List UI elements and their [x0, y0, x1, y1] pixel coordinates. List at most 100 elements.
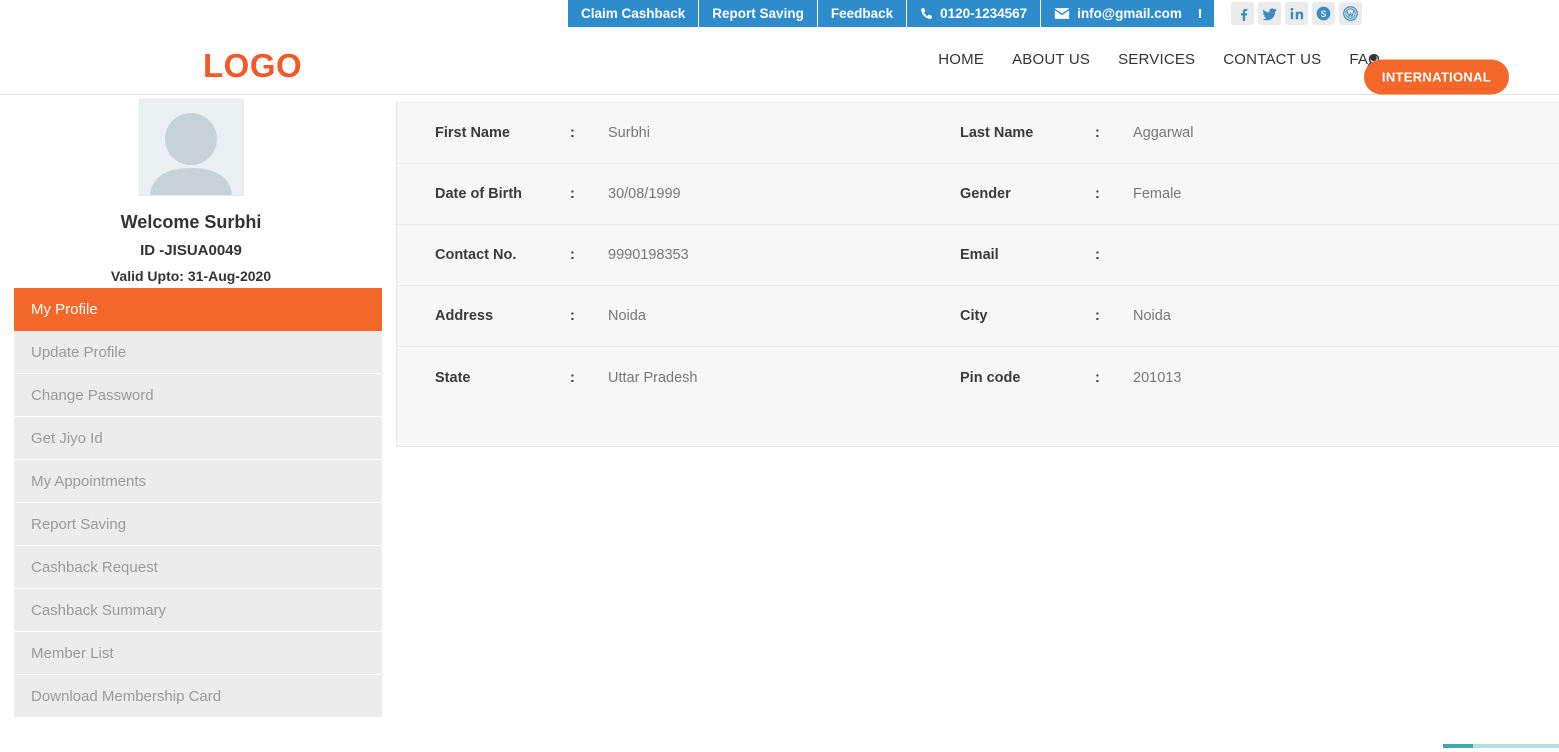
- field-colon: :: [570, 370, 608, 386]
- sidebar-item-download-membership-card[interactable]: Download Membership Card: [14, 675, 382, 718]
- wordpress-icon[interactable]: [1339, 2, 1362, 25]
- profile-detail-row: State:Uttar PradeshPin code:201013: [397, 347, 1559, 408]
- twitter-icon[interactable]: [1258, 2, 1281, 25]
- profile-field-contact-no: Contact No.:9990198353: [397, 247, 960, 263]
- field-value: Noida: [1133, 308, 1171, 324]
- facebook-icon[interactable]: [1231, 2, 1254, 25]
- sidebar-item-get-jiyo-id[interactable]: Get Jiyo Id: [14, 417, 382, 460]
- nav-link-about-us[interactable]: ABOUT US: [998, 51, 1104, 68]
- topbar-item-info-gmail-com[interactable]: info@gmail.com: [1041, 0, 1214, 27]
- sidebar-item-cashback-summary[interactable]: Cashback Summary: [14, 589, 382, 632]
- field-colon: :: [1095, 308, 1133, 324]
- field-value: 30/08/1999: [608, 186, 681, 202]
- field-label: Email: [960, 247, 1095, 263]
- sidebar-item-label: My Profile: [31, 301, 98, 318]
- international-button[interactable]: INTERNATIONAL: [1364, 60, 1509, 95]
- field-label: Last Name: [960, 125, 1095, 141]
- field-label: City: [960, 308, 1095, 324]
- sidebar-item-report-saving[interactable]: Report Saving: [14, 503, 382, 546]
- field-value: Surbhi: [608, 125, 650, 141]
- sidebar-item-my-profile[interactable]: My Profile: [14, 288, 382, 331]
- profile-field-date-of-birth: Date of Birth:30/08/1999: [397, 186, 960, 202]
- field-label: Gender: [960, 186, 1095, 202]
- profile-field-gender: Gender:Female: [960, 186, 1520, 202]
- topbar-item-label: 0120-1234567: [940, 6, 1027, 21]
- profile-detail-row: Contact No.:9990198353Email:: [397, 225, 1559, 286]
- field-value: Aggarwal: [1133, 125, 1193, 141]
- sidebar-item-label: Get Jiyo Id: [31, 430, 103, 447]
- field-colon: :: [570, 308, 608, 324]
- top-utility-strip: Claim Cashback Report Saving Feedback 0120-…: [568, 0, 1214, 27]
- field-colon: :: [1095, 247, 1133, 263]
- field-label: Address: [435, 308, 570, 324]
- sidebar-item-change-password[interactable]: Change Password: [14, 374, 382, 417]
- sidebar-item-label: Update Profile: [31, 344, 126, 361]
- field-value: Female: [1133, 186, 1181, 202]
- sidebar-item-label: Member List: [31, 645, 114, 662]
- svg-text:S: S: [1321, 9, 1327, 19]
- topbar-item-0120-1234567[interactable]: 0120-1234567: [907, 0, 1041, 27]
- sidebar-item-label: Cashback Summary: [31, 602, 166, 619]
- sidebar-item-member-list[interactable]: Member List: [14, 632, 382, 675]
- field-colon: :: [1095, 125, 1133, 141]
- nav-link-home[interactable]: HOME: [924, 51, 998, 68]
- profile-details-panel: First Name:SurbhiLast Name:AggarwalDate …: [396, 102, 1559, 447]
- sidebar-item-cashback-request[interactable]: Cashback Request: [14, 546, 382, 589]
- sidebar-item-label: Change Password: [31, 387, 154, 404]
- field-label: First Name: [435, 125, 570, 141]
- field-colon: :: [1095, 186, 1133, 202]
- skype-icon[interactable]: S: [1312, 2, 1335, 25]
- sidebar-item-label: My Appointments: [31, 473, 146, 490]
- profile-summary-card: Welcome Surbhi ID -JISUA0049 Valid Upto:…: [0, 96, 382, 284]
- field-value: Noida: [608, 308, 646, 324]
- field-value: Uttar Pradesh: [608, 370, 697, 386]
- profile-sidebar: Welcome Surbhi ID -JISUA0049 Valid Upto:…: [0, 96, 396, 752]
- topbar-item-label: info@gmail.com: [1077, 6, 1182, 21]
- sidebar-item-my-appointments[interactable]: My Appointments: [14, 460, 382, 503]
- field-label: State: [435, 370, 570, 386]
- field-colon: :: [1095, 370, 1133, 386]
- envelope-icon: [1054, 7, 1070, 20]
- topbar-item-report-saving[interactable]: Report Saving: [699, 0, 818, 27]
- sidebar-item-update-profile[interactable]: Update Profile: [14, 331, 382, 374]
- avatar: [139, 99, 244, 196]
- topbar-item-label: Feedback: [831, 6, 893, 21]
- social-links: S: [1231, 0, 1362, 27]
- field-value: 9990198353: [608, 247, 689, 263]
- profile-detail-row: Address:NoidaCity:Noida: [397, 286, 1559, 347]
- profile-field-city: City:Noida: [960, 308, 1520, 324]
- topbar-item-label: Claim Cashback: [581, 6, 685, 21]
- field-colon: :: [570, 125, 608, 141]
- site-logo[interactable]: LOGO: [203, 47, 302, 85]
- topbar-item-claim-cashback[interactable]: Claim Cashback: [568, 0, 699, 27]
- sidebar-menu: My Profile Update Profile Change Password G…: [14, 288, 382, 718]
- profile-field-first-name: First Name:Surbhi: [397, 125, 960, 141]
- sidebar-item-label: Download Membership Card: [31, 688, 221, 705]
- topbar-item-feedback[interactable]: Feedback: [818, 0, 907, 27]
- site-header: LOGO HOMEABOUT USSERVICESCONTACT USFAQ I…: [0, 27, 1559, 95]
- nav-link-contact-us[interactable]: CONTACT US: [1209, 51, 1335, 68]
- sidebar-item-label: Cashback Request: [31, 559, 158, 576]
- bottom-progress-fill: [1443, 744, 1473, 748]
- profile-field-email: Email:: [960, 247, 1520, 263]
- profile-field-state: State:Uttar Pradesh: [397, 370, 960, 386]
- profile-field-address: Address:Noida: [397, 308, 960, 324]
- profile-field-last-name: Last Name:Aggarwal: [960, 125, 1520, 141]
- main-content: First Name:SurbhiLast Name:AggarwalDate …: [396, 96, 1559, 752]
- profile-detail-row: First Name:SurbhiLast Name:Aggarwal: [397, 103, 1559, 164]
- profile-field-pin-code: Pin code:201013: [960, 370, 1520, 386]
- valid-upto: Valid Upto: 31-Aug-2020: [0, 268, 382, 284]
- sidebar-item-label: Report Saving: [31, 516, 126, 533]
- field-colon: :: [570, 186, 608, 202]
- linkedin-icon[interactable]: [1285, 2, 1308, 25]
- member-id: ID -JISUA0049: [0, 242, 382, 259]
- field-label: Contact No.: [435, 247, 570, 263]
- profile-detail-row: Date of Birth:30/08/1999Gender:Female: [397, 164, 1559, 225]
- nav-link-services[interactable]: SERVICES: [1104, 51, 1209, 68]
- main-navigation: HOMEABOUT USSERVICESCONTACT USFAQ: [924, 51, 1394, 68]
- topbar-caret-separator: [1199, 9, 1201, 18]
- top-utility-bar: Claim Cashback Report Saving Feedback 0120-…: [0, 0, 1559, 27]
- topbar-item-label: Report Saving: [712, 6, 804, 21]
- welcome-name: Welcome Surbhi: [0, 212, 382, 233]
- field-label: Date of Birth: [435, 186, 570, 202]
